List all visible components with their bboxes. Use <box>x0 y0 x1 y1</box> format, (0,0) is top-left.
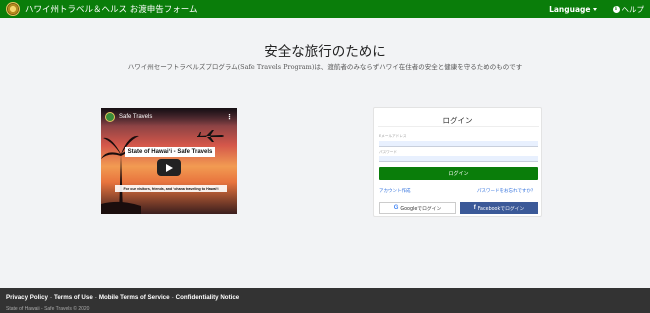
separator: - <box>94 294 97 301</box>
airplane-icon <box>197 130 224 142</box>
google-icon: G <box>393 205 399 211</box>
google-login-button[interactable]: G Googleでログイン <box>379 202 456 214</box>
page-subtitle: ハワイ州セーフトラベルズプログラム(Safe Travels Program)は… <box>127 63 523 71</box>
page-title: 安全な旅行のために <box>264 44 386 60</box>
video-caption: For our visitors, friends, and ʻohana tr… <box>115 185 227 192</box>
video-menu-icon[interactable]: ⋮ <box>226 113 233 121</box>
password-field[interactable] <box>379 156 538 162</box>
language-label: Language <box>549 4 591 14</box>
login-card: ログイン Eメールアドレス パスワード ログイン アカウント作成 パスワードをお… <box>373 107 542 217</box>
language-dropdown[interactable]: Language <box>549 4 597 14</box>
play-button[interactable] <box>157 159 181 176</box>
email-field[interactable] <box>379 141 538 147</box>
nav-right: Language i ヘルプ <box>549 4 644 15</box>
separator: - <box>171 294 174 301</box>
login-title: ログイン <box>442 116 473 125</box>
facebook-login-button[interactable]: f Facebookでログイン <box>460 202 538 214</box>
caret-down-icon <box>592 7 597 11</box>
help-link[interactable]: i ヘルプ <box>612 4 645 15</box>
create-account-link[interactable]: アカウント作成 <box>379 188 411 194</box>
facebook-login-label: Facebookでログイン <box>477 206 525 212</box>
terms-of-use-link[interactable]: Terms of Use <box>54 294 93 301</box>
email-label: Eメールアドレス <box>379 134 407 138</box>
copyright-text: State of Hawaii - Safe Travels © 2020 <box>6 306 90 312</box>
brand-title[interactable]: ハワイ州トラベル＆ヘルス お渡申告フォーム <box>25 3 197 15</box>
footer-links: Privacy Policy - Terms of Use - Mobile T… <box>6 294 644 301</box>
state-seal-icon[interactable] <box>6 2 20 16</box>
video-title[interactable]: Safe Travels <box>119 114 152 120</box>
video-banner: State of Hawaiʻi - Safe Travels <box>125 147 215 157</box>
channel-logo-icon[interactable] <box>105 112 115 122</box>
play-icon <box>165 163 173 172</box>
password-label: パスワード <box>379 150 397 154</box>
mobile-terms-link[interactable]: Mobile Terms of Service <box>99 294 170 301</box>
info-icon: i <box>612 5 620 13</box>
divider <box>378 126 539 127</box>
palm-tree-silhouette <box>101 135 141 214</box>
help-label: ヘルプ <box>621 4 645 14</box>
footer: Privacy Policy - Terms of Use - Mobile T… <box>0 288 650 313</box>
facebook-icon: f <box>473 205 476 211</box>
login-button[interactable]: ログイン <box>379 167 538 180</box>
video-titlebar: Safe Travels ⋮ <box>101 108 237 126</box>
google-login-label: Googleでログイン <box>400 206 442 212</box>
video-player[interactable]: Safe Travels ⋮ State of Hawaiʻi - Safe T… <box>101 108 237 214</box>
forgot-password-link[interactable]: パスワードをお忘れですか？ <box>477 188 535 194</box>
confidentiality-notice-link[interactable]: Confidentiality Notice <box>176 294 240 301</box>
privacy-policy-link[interactable]: Privacy Policy <box>6 294 48 301</box>
separator: - <box>49 294 53 301</box>
top-navbar: ハワイ州トラベル＆ヘルス お渡申告フォーム Language i ヘルプ <box>0 0 650 18</box>
